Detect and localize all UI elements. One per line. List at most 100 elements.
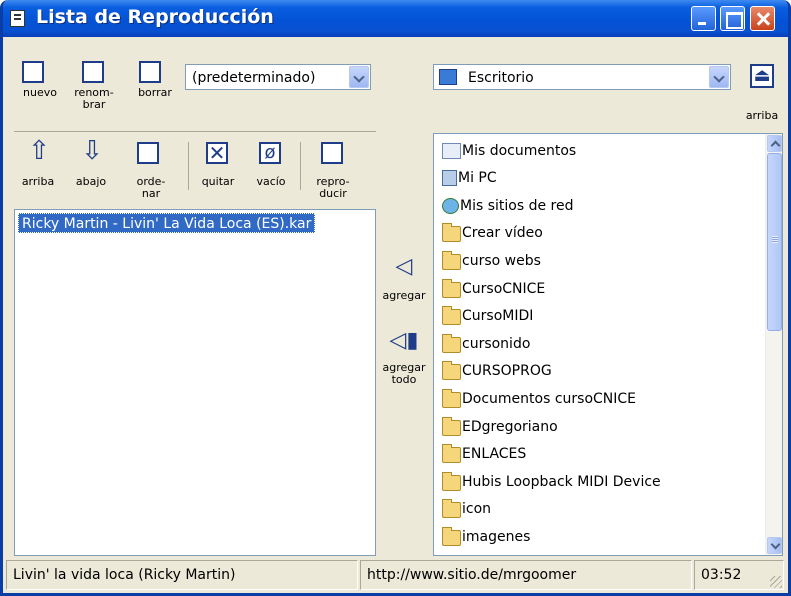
status-song: Livin' la vida loca (Ricky Martin) (6, 560, 358, 590)
scroll-down-button[interactable] (767, 537, 782, 554)
window-title: Lista de Reproducción (36, 6, 274, 28)
file-list-item[interactable]: Hubis Loopback MIDI Device (442, 470, 661, 493)
speaker-icon (321, 142, 343, 164)
rename-label-line2: brar (82, 98, 106, 111)
folder-icon (442, 361, 461, 381)
file-list-item-label: cursonido (462, 335, 531, 352)
computer-icon (442, 170, 457, 187)
play-label-line1: repro- (316, 175, 350, 188)
arrow-down-icon: ⇩ (81, 136, 103, 166)
file-list-item-label: curso webs (462, 252, 541, 269)
add-all-button[interactable]: ◁▮ agregar todo (377, 330, 431, 392)
chevron-down-icon[interactable] (349, 66, 369, 88)
maximize-button[interactable] (720, 6, 745, 31)
file-list-item[interactable]: Crear vídeo (442, 222, 543, 245)
toolbar-separator (188, 142, 189, 190)
scroll-thumb[interactable] (767, 153, 782, 331)
clear-button[interactable]: ø vacío (249, 138, 289, 190)
playlist-item[interactable]: Ricky Martin - Livin' La Vida Loca (ES).… (18, 213, 316, 233)
resize-grip[interactable] (770, 576, 782, 588)
move-up-label: arriba (21, 175, 55, 188)
arrow-up-icon: ⇧ (28, 136, 50, 166)
folder-icon (442, 471, 461, 491)
file-list-item-label: Documentos cursoCNICE (462, 390, 637, 407)
file-list-item[interactable]: curso webs (442, 249, 541, 272)
file-list-item[interactable]: Documentos cursoCNICE (442, 387, 636, 410)
add-all-arrow-icon: ◁▮ (389, 328, 419, 353)
minimize-button[interactable] (691, 6, 716, 31)
sort-label-line1: orde- (136, 175, 166, 188)
add-all-label-line1: agregar (382, 361, 426, 374)
parent-folder-label: arriba (745, 109, 779, 122)
file-list-item[interactable]: CursoMIDI (442, 305, 533, 328)
parent-folder-button[interactable]: ⏏ arriba (746, 64, 786, 124)
folder-icon (442, 250, 461, 270)
new-playlist-button[interactable]: nuevo (22, 61, 62, 111)
clear-label: vacío (256, 175, 286, 188)
play-label-line2: ducir (319, 187, 347, 200)
rename-list-icon (82, 61, 104, 83)
add-arrow-icon: ◁ (395, 254, 413, 279)
file-list-item[interactable]: CURSOPROG (442, 360, 552, 383)
folder-icon (442, 388, 461, 408)
vertical-scrollbar[interactable] (765, 134, 782, 555)
folder-icon (442, 223, 461, 243)
file-list-item-label: EDgregoriano (462, 418, 558, 435)
folder-icon (442, 526, 461, 546)
folder-icon (442, 444, 461, 464)
file-list-item-label: CURSOPROG (462, 363, 552, 380)
remove-button[interactable]: ✕ quitar (198, 138, 238, 190)
file-browser[interactable]: Mis documentos Mi PC Mis sitios de red Crea… (433, 133, 783, 556)
file-list-item-label: icon (462, 501, 492, 518)
delete-list-icon (139, 61, 161, 83)
file-list-item[interactable]: Mi PC (442, 167, 497, 190)
folder-icon (442, 278, 461, 298)
add-button[interactable]: ◁ agregar (377, 256, 431, 306)
file-list-item[interactable]: icon (442, 498, 491, 521)
move-down-label: abajo (75, 175, 107, 188)
chevron-down-icon[interactable] (709, 66, 729, 88)
file-list-item[interactable]: Mis documentos (442, 139, 576, 162)
playlist-panel[interactable]: Ricky Martin - Livin' La Vida Loca (ES).… (14, 209, 376, 556)
remove-icon-glyph: ✕ (208, 141, 226, 165)
folder-select[interactable]: Escritorio (433, 64, 731, 90)
move-up-button[interactable]: ⇧ arriba (22, 138, 62, 190)
add-all-label-line2: todo (391, 373, 417, 386)
file-list-item-label: ENLACES (462, 446, 527, 463)
rename-label-line1: renom- (74, 86, 114, 99)
folder-icon (442, 499, 461, 519)
documents-folder-icon (442, 142, 461, 159)
file-list-item-label: CursoMIDI (462, 308, 534, 325)
file-list-item[interactable]: Mis sitios de red (442, 194, 573, 217)
scroll-up-button[interactable] (767, 135, 782, 152)
status-url: http://www.sitio.de/mrgoomer (360, 560, 692, 590)
sort-icon (137, 142, 159, 164)
file-list-item[interactable]: CursoCNICE (442, 277, 545, 300)
folder-icon (442, 333, 461, 353)
sort-button[interactable]: orde- nar (133, 138, 173, 200)
app-icon (10, 10, 25, 27)
file-list-item[interactable]: ENLACES (442, 443, 526, 466)
play-button[interactable]: repro- ducir (309, 138, 353, 200)
folder-icon (442, 306, 461, 326)
file-list-item-label: CursoCNICE (462, 280, 546, 297)
desktop-icon (439, 69, 457, 85)
file-list-item-label: Mis documentos (462, 142, 577, 159)
empty-icon-glyph: ø (264, 142, 276, 163)
playlist-select[interactable]: (predeterminado) (185, 64, 371, 90)
folder-icon (442, 416, 461, 436)
file-list-item-label: Crear vídeo (462, 225, 543, 242)
close-button[interactable] (750, 6, 775, 31)
move-down-button[interactable]: ⇩ abajo (75, 138, 115, 190)
folder-up-glyph: ⏏ (753, 65, 771, 86)
file-list-item[interactable]: imagenes (442, 525, 530, 548)
file-list-item[interactable]: cursonido (442, 332, 530, 355)
remove-label: quitar (201, 175, 235, 188)
network-icon (442, 197, 459, 214)
file-list-item-label: Hubis Loopback MIDI Device (462, 473, 661, 490)
file-list-item[interactable]: EDgregoriano (442, 415, 558, 438)
file-list-item-label: Mis sitios de red (460, 197, 574, 214)
rename-playlist-button[interactable]: renom- brar (74, 61, 118, 123)
delete-playlist-button[interactable]: borrar (135, 61, 175, 111)
title-bar[interactable]: Lista de Reproducción (3, 0, 788, 37)
